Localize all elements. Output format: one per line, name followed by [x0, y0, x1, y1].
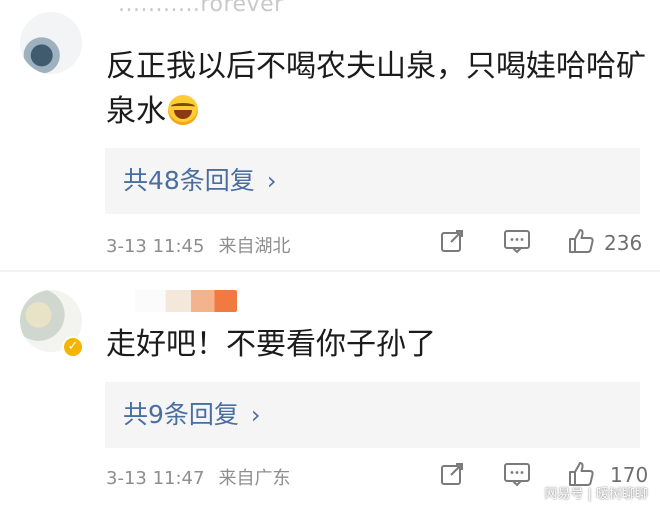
comment-item: ✓ 走好吧！不要看你子孙了 共9条回复 › 3-13 11:47 来自广东 170 …	[0, 272, 660, 508]
share-icon[interactable]	[437, 459, 467, 489]
comment-item: ...........rorever 反正我以后不喝农夫山泉，只喝娃哈哈矿泉水 …	[0, 0, 660, 270]
comment-meta: 3-13 11:45 来自湖北	[106, 232, 290, 258]
username-redacted[interactable]	[135, 290, 237, 312]
comment-text: 反正我以后不喝农夫山泉，只喝娃哈哈矿泉水	[106, 44, 646, 134]
comment-icon[interactable]	[502, 459, 532, 489]
view-replies-button[interactable]: 共48条回复 ›	[105, 148, 640, 214]
replies-label: 共9条回复	[123, 400, 239, 429]
view-replies-button[interactable]: 共9条回复 ›	[105, 382, 640, 448]
like-thumb-icon[interactable]	[566, 226, 596, 256]
watermark: 网易号 | 暖树聊聊	[544, 487, 648, 502]
laughing-emoji-icon	[168, 95, 198, 125]
username[interactable]: ...........rorever	[118, 0, 284, 17]
comment-meta: 3-13 11:47 来自广东	[106, 464, 290, 490]
chevron-right-icon: ›	[250, 401, 261, 429]
comment-location: 来自广东	[218, 468, 291, 489]
avatar[interactable]	[20, 12, 82, 74]
replies-label: 共48条回复	[123, 166, 255, 195]
chevron-right-icon: ›	[266, 167, 277, 195]
comment-date: 3-13 11:47	[106, 468, 205, 489]
comment-date: 3-13 11:45	[106, 236, 205, 257]
verified-badge-icon: ✓	[62, 336, 84, 358]
comment-location: 来自湖北	[218, 236, 291, 257]
share-icon[interactable]	[437, 226, 467, 256]
comment-text: 走好吧！不要看你子孙了	[106, 327, 436, 362]
like-count: 236	[604, 231, 643, 255]
comment-icon[interactable]	[502, 226, 532, 256]
